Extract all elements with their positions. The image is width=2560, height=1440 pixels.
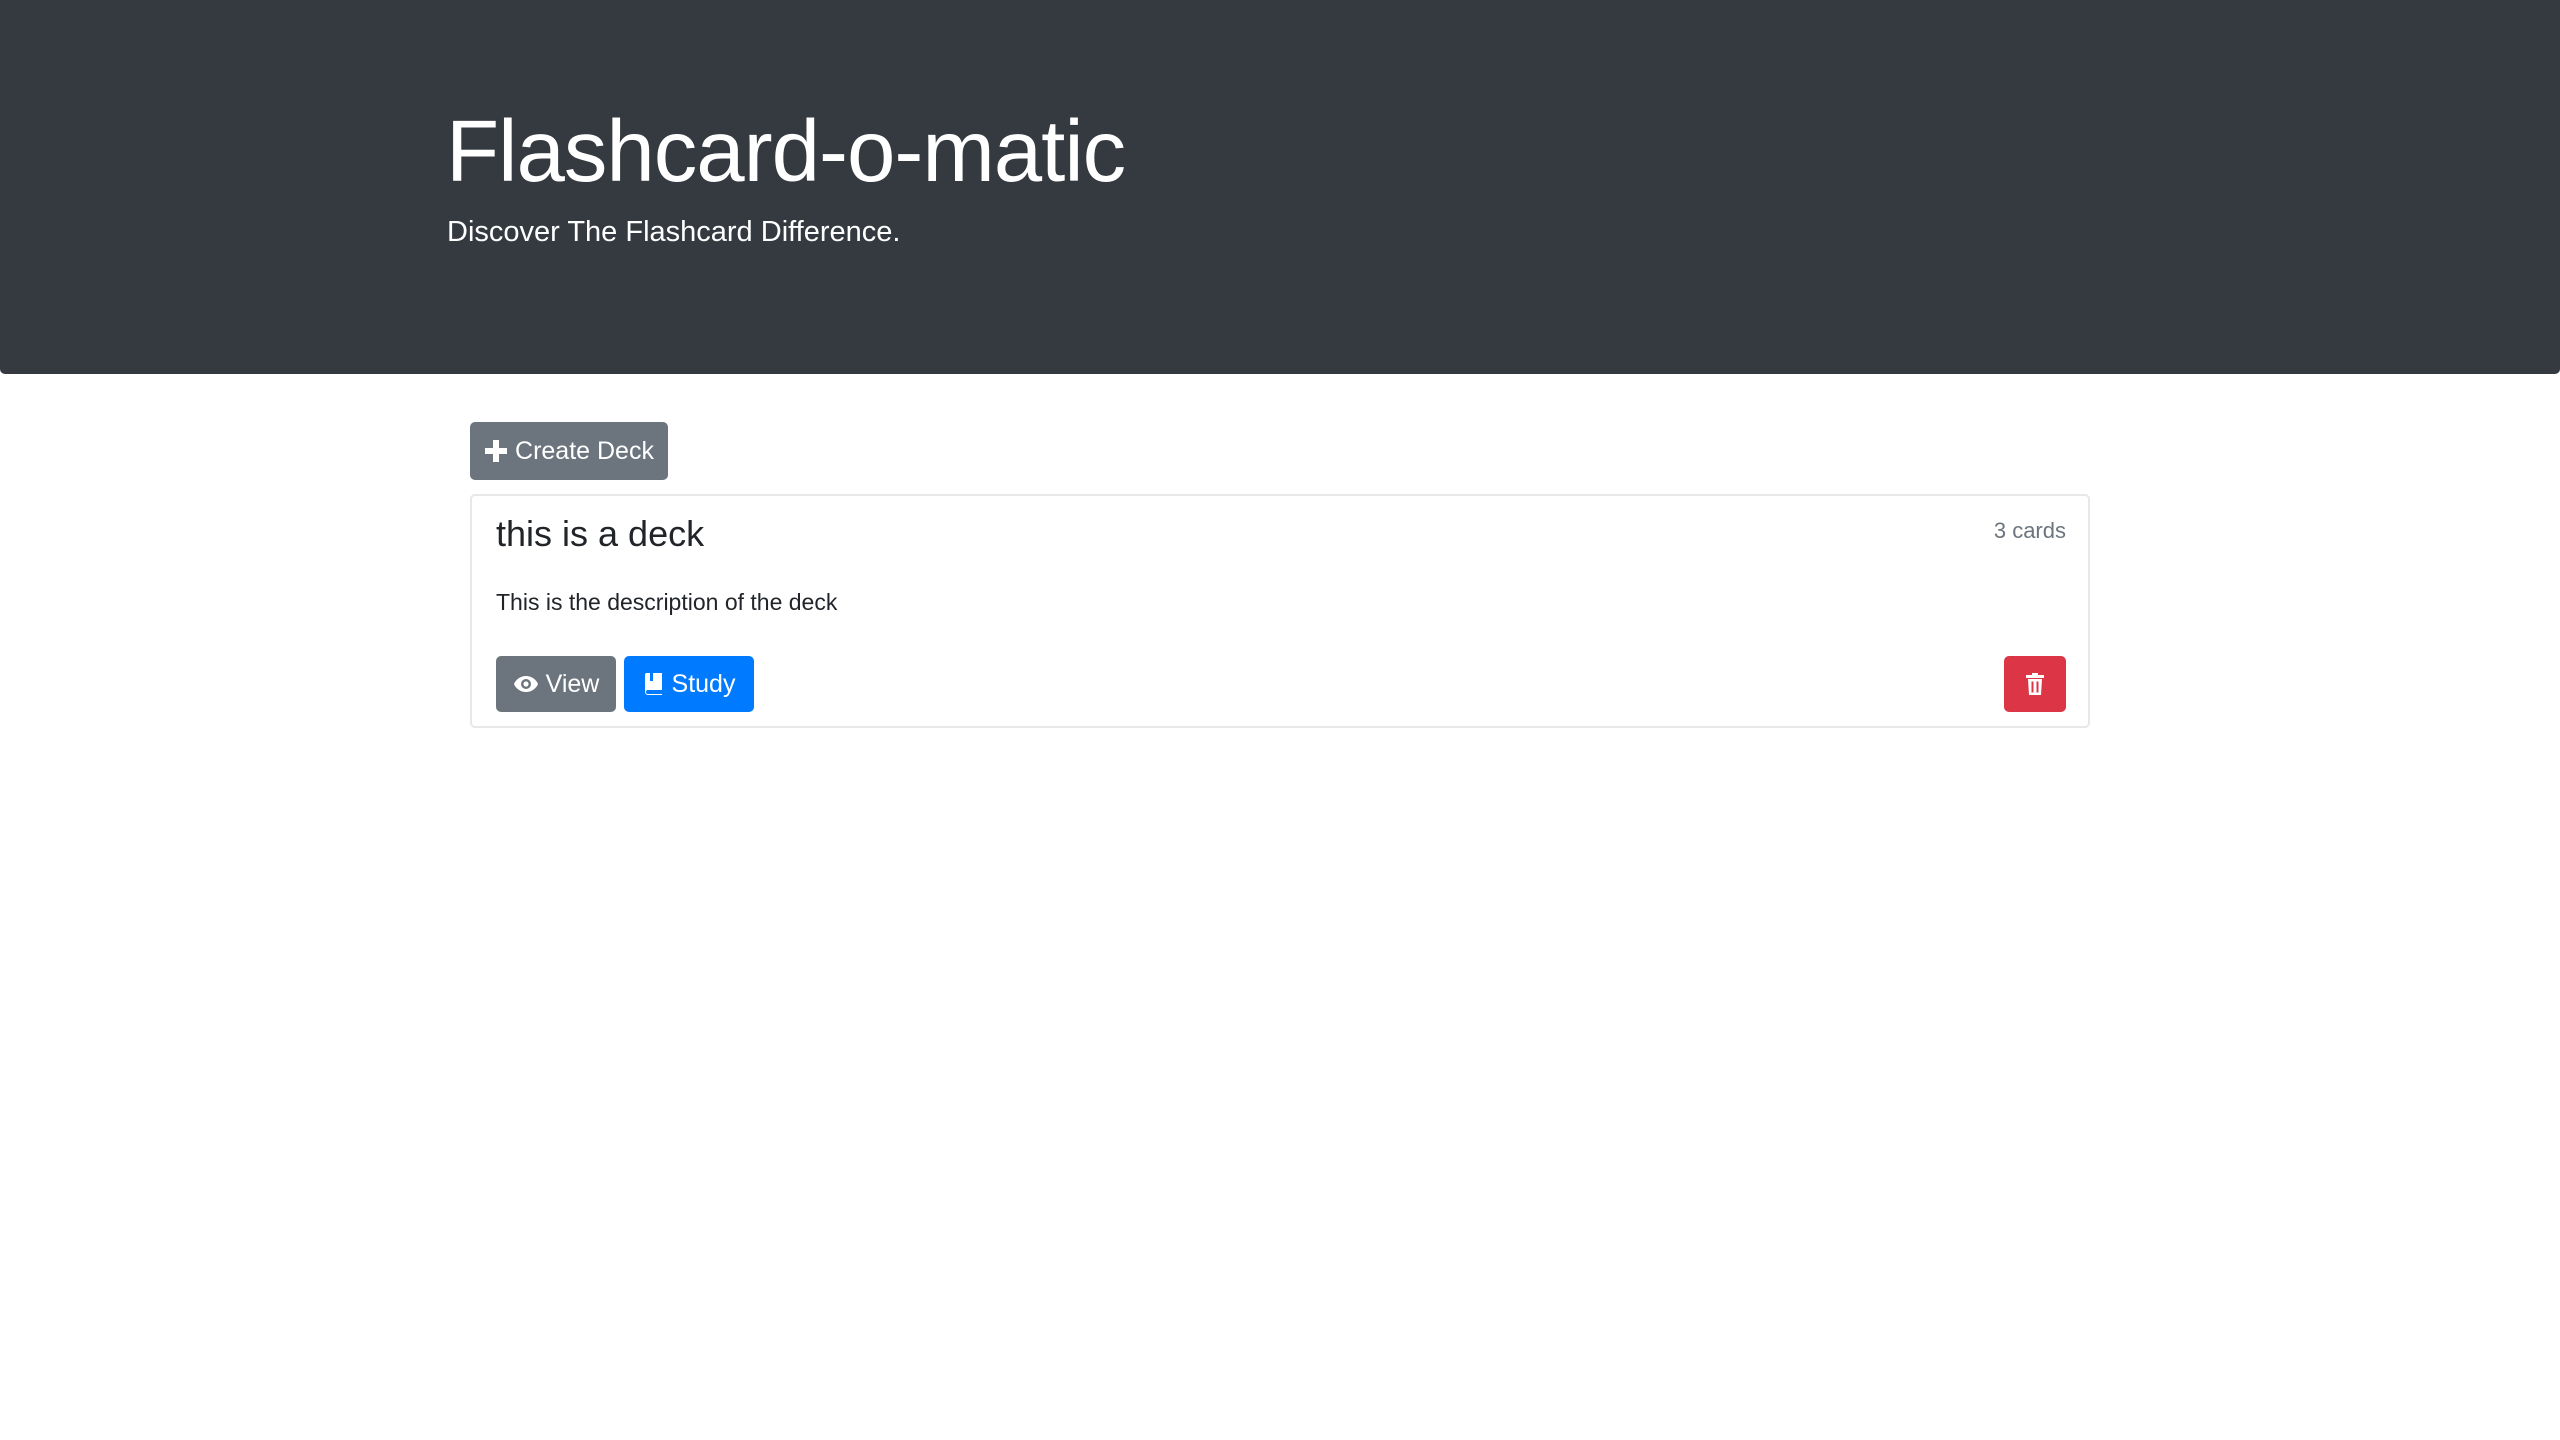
book-icon bbox=[643, 672, 665, 696]
plus-icon bbox=[484, 439, 508, 463]
create-deck-button[interactable]: Create Deck bbox=[470, 422, 668, 480]
view-deck-button[interactable]: View bbox=[496, 656, 616, 712]
study-deck-button[interactable]: Study bbox=[624, 656, 754, 712]
page-header: Flashcard-o-matic Discover The Flashcard… bbox=[0, 0, 2560, 374]
app-title: Flashcard-o-matic bbox=[446, 103, 1126, 200]
delete-deck-button[interactable] bbox=[2004, 656, 2066, 712]
view-deck-label: View bbox=[545, 669, 600, 698]
deck-description: This is the description of the deck bbox=[496, 589, 838, 615]
study-deck-label: Study bbox=[671, 669, 736, 698]
deck-card-count: 3 cards bbox=[1993, 518, 2066, 543]
create-deck-label: Create Deck bbox=[515, 436, 654, 465]
deck-name: this is a deck bbox=[496, 513, 705, 554]
deck-card: this is a deck 3 cards This is the descr… bbox=[470, 494, 2090, 728]
app-tagline: Discover The Flashcard Difference. bbox=[447, 216, 901, 248]
eye-icon bbox=[513, 674, 539, 694]
trash-icon bbox=[2025, 672, 2045, 696]
